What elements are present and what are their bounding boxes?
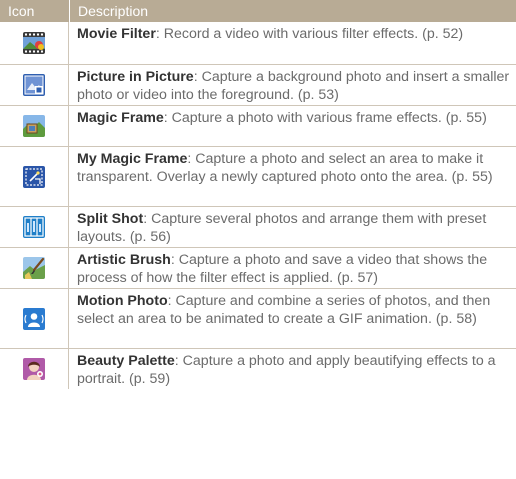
table-row: Beauty Palette: Capture a photo and appl… — [0, 349, 516, 389]
artistic-brush-icon — [23, 257, 45, 279]
table-row: My Magic Frame: Capture a photo and sele… — [0, 147, 516, 207]
mode-title: Split Shot — [77, 211, 144, 227]
mode-title: Motion Photo — [77, 293, 168, 309]
movie-filter-icon — [23, 32, 45, 54]
mode-title: Beauty Palette — [77, 353, 175, 369]
table-header: Icon Description — [0, 0, 516, 22]
picture-in-picture-icon — [23, 74, 45, 96]
mode-title: Movie Filter — [77, 26, 156, 42]
table-row: Artistic Brush: Capture a photo and save… — [0, 248, 516, 289]
table-row: Picture in Picture: Capture a background… — [0, 65, 516, 106]
mode-table: Icon Description Movie Filter: Record a … — [0, 0, 516, 389]
beauty-palette-icon — [23, 358, 45, 380]
mode-title: Picture in Picture — [77, 69, 194, 85]
my-magic-frame-icon — [23, 165, 45, 188]
table-row: Split Shot: Capture several photos and a… — [0, 207, 516, 248]
icon-column-header: Icon — [8, 3, 35, 19]
split-shot-icon — [23, 216, 45, 238]
description-column-header: Description — [69, 0, 516, 22]
mode-title: Magic Frame — [77, 110, 164, 126]
motion-photo-icon — [23, 307, 45, 330]
magic-frame-icon — [23, 115, 45, 137]
mode-description: : Capture a photo with various frame eff… — [163, 110, 487, 126]
table-row: Movie Filter: Record a video with variou… — [0, 22, 516, 65]
table-row: Magic Frame: Capture a photo with variou… — [0, 106, 516, 147]
mode-title: Artistic Brush — [77, 252, 171, 268]
mode-title: My Magic Frame — [77, 151, 188, 167]
mode-description: : Record a video with various filter eff… — [155, 26, 464, 42]
table-row: Motion Photo: Capture and combine a seri… — [0, 289, 516, 349]
